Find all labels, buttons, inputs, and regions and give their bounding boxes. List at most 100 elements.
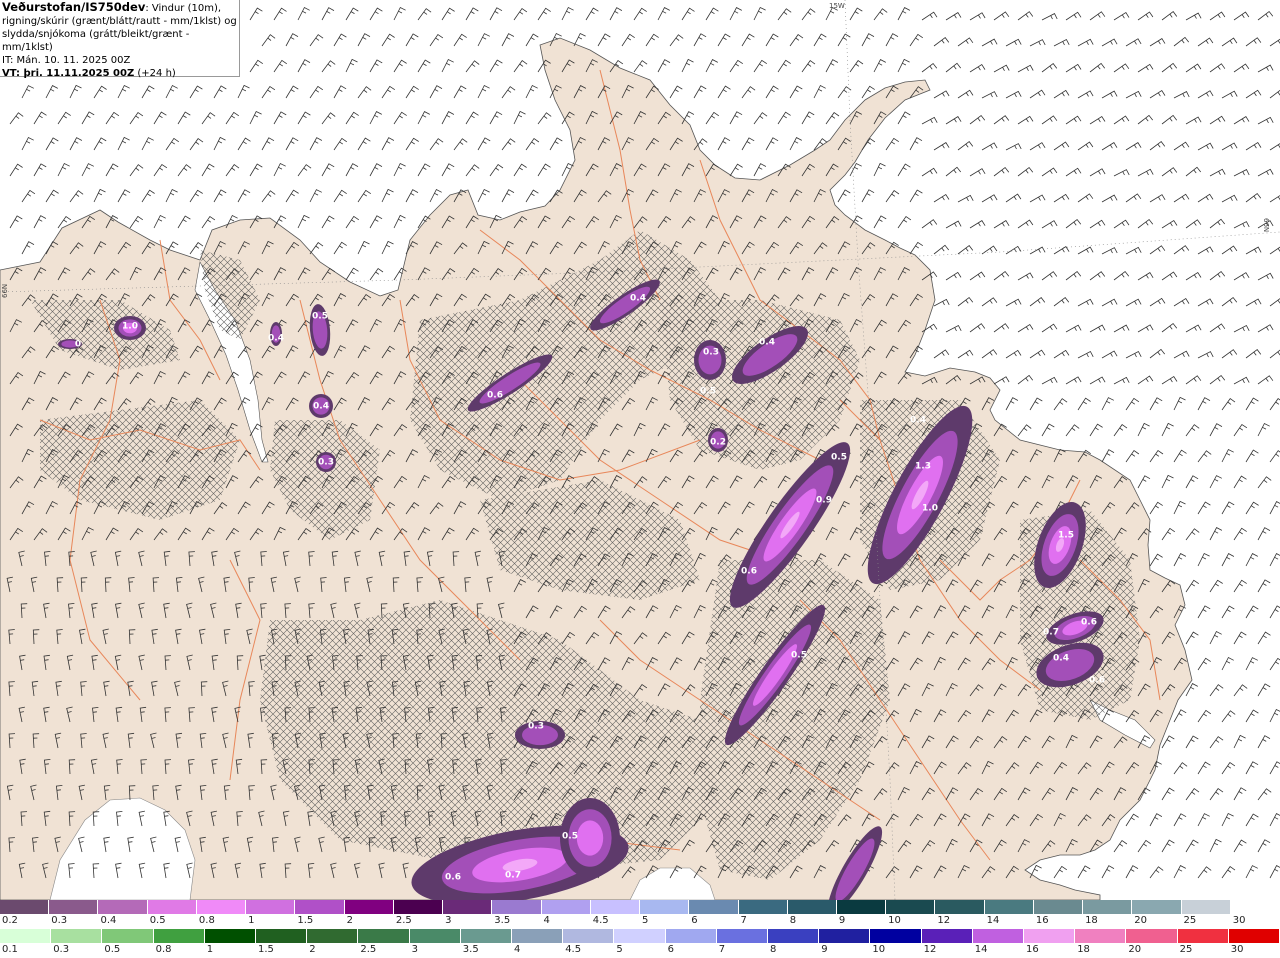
precip-value-label: 0.6 [1081,618,1097,628]
scale-bottom-label: 3 [411,944,418,955]
info-valid-time: VT: þri. 11.11.2025 00Z [2,68,135,79]
info-issue-time: IT: Mán. 10. 11. 2025 00Z [2,55,131,66]
scale-top-swatch [886,900,936,914]
precip-value-label: 1.0 [922,504,938,514]
scale-top-label: 0.4 [100,915,117,926]
precip-value-label: 0.5 [700,387,716,397]
scale-bottom-swatch [1177,929,1229,943]
scale-bottom-swatch [409,929,461,943]
precip-value-label: 0.2 [710,438,726,448]
scale-bottom-swatch [256,929,308,943]
precip-value-label: 0.3 [703,348,719,358]
scale-bottom-swatch [153,929,205,943]
precip-value-label: 0.4 [1053,654,1069,664]
scale-top-swatch [984,900,1034,914]
scale-top-label: 12 [937,915,951,926]
scale-bottom-swatch [870,929,922,943]
scale-bottom-swatch [307,929,359,943]
scale-bottom-swatch [665,929,717,943]
info-line-2: rigning/skúrir (grænt/blátt/rautt - mm/1… [2,16,237,27]
scale-top-swatch [393,900,444,914]
scale-bottom-swatch [512,929,564,943]
scale-bottom-swatch [460,929,513,943]
scale-top-swatch [689,900,739,914]
scale-top-swatch [1132,900,1182,914]
scale-bottom-label: 16 [1026,944,1039,955]
scale-top-label: 6 [691,915,698,926]
precip-value-label: 1.3 [915,462,931,472]
scale-bottom-swatch [204,929,257,943]
precip-value-label: 0.4 [910,416,926,426]
scale-bottom-swatch [51,929,103,943]
scale-top-label: 14 [986,915,1000,926]
scale-top-label: 16 [1035,915,1049,926]
scale-bottom-swatch [1024,929,1076,943]
scale-top-label: 25 [1183,915,1197,926]
scale-top-label: 30 [1232,915,1246,926]
precip-value-label: 0.3 [528,722,544,732]
weather-map: 1.0 0 0.5 0.4 0.4 0.3 0.4 0.6 0.3 0.4 0.5 0.2 0.4 0.5… [0,0,1280,914]
scale-bottom-label: 0.8 [155,944,172,955]
scale-top-swatch [443,900,493,914]
scale-bottom-label: 14 [974,944,988,955]
scale-top-swatch [196,900,247,914]
precip-value-label: 0.5 [831,453,847,463]
scale-top-label: 4.5 [592,915,609,926]
scale-top-swatch [1083,900,1133,914]
info-valid-rest: (+24 h) [134,68,176,79]
precip-value-label: 0.9 [816,496,832,506]
precip-value-label: 0.3 [318,458,334,468]
precip-cell [576,820,604,856]
scale-top-label: 5 [642,915,649,926]
scale-bottom-swatch [716,929,769,943]
scale-top-swatch [0,900,50,914]
scale-top-label: 1.5 [297,915,314,926]
scale-bottom-swatch [1075,929,1127,943]
scale-bottom-swatch [563,929,615,943]
scale-top-label: 7 [740,915,747,926]
scale-bottom-swatch [102,929,154,943]
color-scale-rain: 0.1 0.3 0.5 0.8 1 1.5 2 2.5 3 3.5 4 4.5 5 6 7 8 9 10 12 14 1… [0,929,1280,958]
scale-bottom-label: 6 [667,944,674,955]
scale-top-swatch [246,900,296,914]
scale-bottom-swatch [1228,929,1280,943]
scale-bottom-label: 2.5 [360,944,377,955]
scale-bottom-labels: 0.1 0.3 0.5 0.8 1 1.5 2 2.5 3 3.5 4 4.5 5 6 7 8 9 10 12 14 1… [0,944,1280,957]
scale-bottom-swatch [819,929,871,943]
scale-bottom-label: 4 [514,944,521,955]
precip-value-label: 0.4 [268,334,284,344]
scale-bottom-label: 1.5 [258,944,274,955]
scale-top-label: 3.5 [494,915,511,926]
scale-bottom-label: 20 [1128,944,1142,955]
scale-bottom-label: 0.5 [104,944,121,955]
scale-top-swatch [1181,900,1231,914]
scale-top-label: 1 [248,915,255,926]
scale-top-swatch [147,900,197,914]
scale-top-label: 2 [346,915,353,926]
scale-bottom-label: 18 [1077,944,1090,955]
precip-value-label: 0.7 [505,871,521,881]
precip-value-label: 0 [75,340,81,350]
scale-top-labels: 0.2 0.3 0.4 0.5 0.8 1 1.5 2 2.5 3 3.5 4 4.5 5 6 7 8 9 10 12… [0,915,1280,928]
scale-bottom-swatch [768,929,820,943]
precip-value-label: 1.5 [1058,531,1074,541]
scale-top-swatch [49,900,99,914]
scale-top-swatch [295,900,345,914]
scale-top-label: 0.3 [51,915,68,926]
scale-top-swatch [640,900,690,914]
precip-value-label: 0.4 [313,402,329,412]
scale-bottom-label: 25 [1179,944,1193,955]
scale-top-swatch [492,900,542,914]
map-canvas: 1.0 0 0.5 0.4 0.4 0.3 0.4 0.6 0.3 0.4 0.5 0.2 0.4 0.5… [0,0,1280,914]
precip-value-label: 1.0 [122,322,138,332]
precip-value-label: 0.6 [445,873,461,883]
scale-top-swatch [1230,900,1280,914]
grid-label-top: 15W [829,2,845,10]
scale-top-swatch [787,900,837,914]
color-scale-sleet-snow: 0.2 0.3 0.4 0.5 0.8 1 1.5 2 2.5 3 3.5 4 4.5 5 6 7 8 9 10 12… [0,900,1280,929]
scale-bottom-label: 2 [309,944,316,955]
precip-value-label: 0.5 [562,832,578,842]
scale-bottom-label: 0.1 [2,944,18,955]
precip-value-label: 0.5 [312,312,328,322]
scale-bottom-label: 3.5 [462,944,479,955]
